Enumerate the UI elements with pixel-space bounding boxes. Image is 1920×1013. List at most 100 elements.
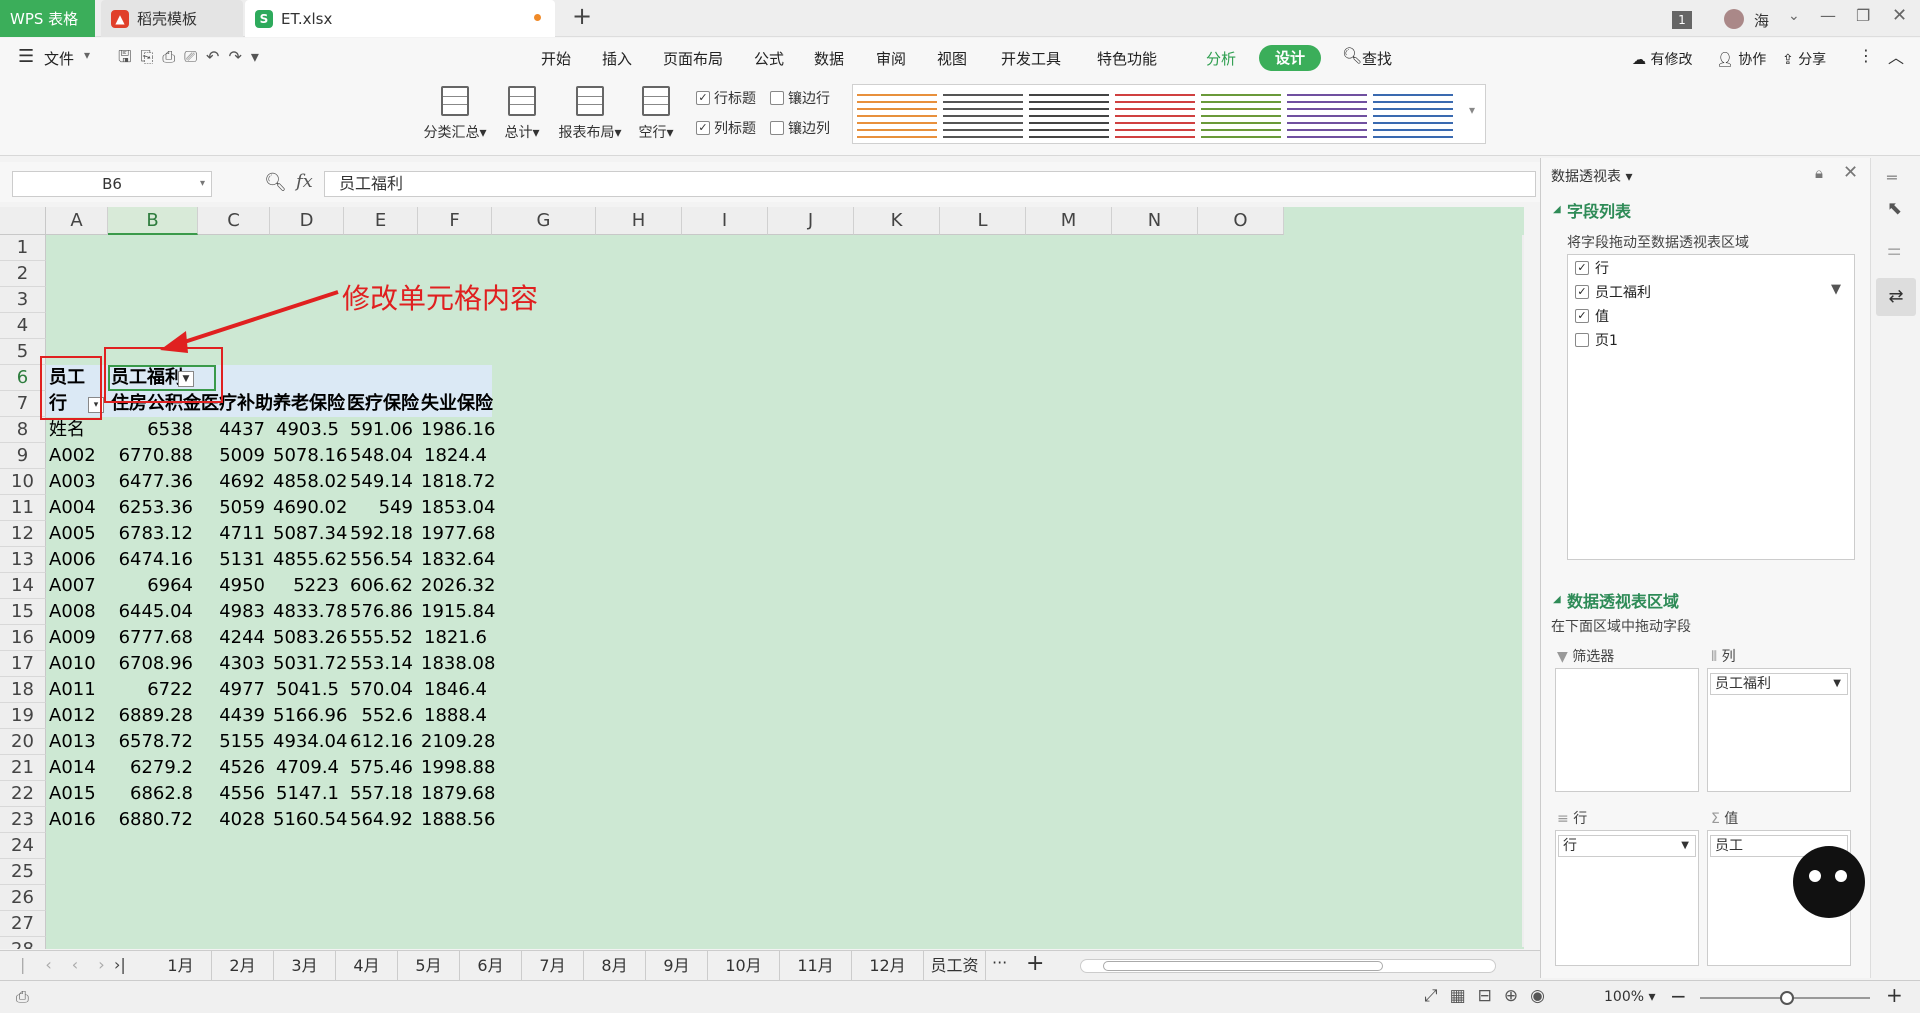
pivot-value-cell[interactable]: 553.14 — [347, 651, 417, 677]
sheet-tab[interactable]: 6月 — [460, 951, 522, 981]
column-header-checkbox[interactable]: ✓ 列标题 — [696, 118, 756, 138]
horizontal-scrollbar[interactable] — [1080, 959, 1496, 973]
pivot-value-cell[interactable]: 1818.72 — [421, 469, 495, 495]
menu-review[interactable]: 审阅 — [876, 48, 906, 69]
gallery-more-icon[interactable]: ▾ — [1469, 103, 1475, 117]
pivot-value-cell[interactable]: 4977 — [201, 677, 269, 703]
blank-rows-button[interactable]: 空行▾ — [634, 86, 678, 142]
pivot-value-cell[interactable]: 1846.4 — [421, 677, 491, 703]
collapse-triangle-icon[interactable]: ◢ — [1553, 594, 1561, 605]
modified-button[interactable]: ☁ 有修改 — [1632, 49, 1692, 69]
pivot-value-cell[interactable]: 5147.1 — [273, 781, 343, 807]
report-layout-button[interactable]: 报表布局▾ — [554, 86, 626, 142]
pivot-value-cell[interactable]: 6862.8 — [111, 781, 197, 807]
pivot-value-cell[interactable]: 1879.68 — [421, 781, 495, 807]
sheet-nav-icons[interactable]: |‹‹› — [20, 955, 125, 974]
sheet-tab[interactable]: 员工资料 — [924, 951, 986, 1005]
row-header-27[interactable]: 27 — [0, 911, 46, 937]
pivot-value-cell[interactable]: 6964 — [111, 573, 197, 599]
row-header-28[interactable]: 28 — [0, 937, 46, 949]
row-header-18[interactable]: 18 — [0, 677, 46, 703]
pivot-value-cell[interactable]: 6770.88 — [111, 443, 197, 469]
style-swatch[interactable] — [943, 89, 1023, 141]
column-header-k[interactable]: K — [854, 207, 940, 235]
pivot-value-cell[interactable]: 4303 — [201, 651, 269, 677]
pivot-value-cell[interactable]: 555.52 — [347, 625, 417, 651]
pivot-value-cell[interactable]: 548.04 — [347, 443, 417, 469]
style-swatch[interactable] — [857, 89, 937, 141]
pivot-value-cell[interactable]: 4244 — [201, 625, 269, 651]
chevron-down-icon[interactable]: ▾ — [84, 48, 90, 62]
panel-title[interactable]: 数据透视表 ▾ — [1551, 166, 1632, 186]
menu-formula[interactable]: 公式 — [754, 48, 784, 69]
pivot-value-cell[interactable]: 2026.32 — [421, 573, 495, 599]
pivot-value-cell[interactable]: 6880.72 — [111, 807, 197, 833]
pivot-value-cell[interactable]: 606.62 — [347, 573, 417, 599]
pivot-value-cell[interactable]: 6783.12 — [111, 521, 197, 547]
pivot-value-cell[interactable]: 1821.6 — [421, 625, 491, 651]
tab-et-xlsx[interactable]: S ET.xlsx — [245, 0, 555, 37]
sheet-tab[interactable]: 9月 — [646, 951, 708, 981]
row-header-14[interactable]: 14 — [0, 573, 46, 599]
cursor-icon[interactable]: ⬉ — [1887, 198, 1902, 219]
pivot-value-cell[interactable]: 1998.88 — [421, 755, 495, 781]
pivot-value-cell[interactable]: 4028 — [201, 807, 269, 833]
pivot-value-cell[interactable]: 5087.34 — [273, 521, 347, 547]
pivot-row-item[interactable]: A006 — [49, 547, 107, 573]
pivot-value-cell[interactable]: 4983 — [201, 599, 269, 625]
pivot-row-item[interactable]: A011 — [49, 677, 107, 703]
pivot-value-cell[interactable]: 552.6 — [347, 703, 417, 729]
row-header-10[interactable]: 10 — [0, 469, 46, 495]
pivot-value-cell[interactable]: 5009 — [201, 443, 269, 469]
row-header-25[interactable]: 25 — [0, 859, 46, 885]
pivot-row-item[interactable]: A005 — [49, 521, 107, 547]
sheet-tab[interactable]: 8月 — [584, 951, 646, 981]
row-header-17[interactable]: 17 — [0, 651, 46, 677]
column-header-n[interactable]: N — [1112, 207, 1198, 235]
pivot-value-cell[interactable]: 5059 — [201, 495, 269, 521]
menu-start[interactable]: 开始 — [541, 48, 571, 69]
sheet-tab[interactable]: 11月 — [780, 951, 852, 981]
column-drop-zone[interactable]: 员工福利 ▼ — [1707, 668, 1851, 792]
sheet-tab[interactable]: 4月 — [336, 951, 398, 981]
field-item-page1[interactable]: 页1 — [1575, 330, 1618, 350]
column-header-l[interactable]: L — [940, 207, 1026, 235]
menu-design[interactable]: 设计 — [1259, 45, 1321, 71]
sheet-tab[interactable]: 3月 — [274, 951, 336, 981]
tab-wps-spreadsheet[interactable]: WPS 表格 — [0, 0, 95, 37]
pivot-value-cell[interactable]: 1888.56 — [421, 807, 495, 833]
pivot-row-item[interactable]: A013 — [49, 729, 107, 755]
pivot-value-cell[interactable]: 1838.08 — [421, 651, 495, 677]
menu-search[interactable]: 查找 — [1362, 48, 1392, 69]
zoom-level[interactable]: 100% ▾ — [1604, 989, 1656, 1005]
grand-total-button[interactable]: 总计▾ — [497, 86, 547, 142]
row-header-19[interactable]: 19 — [0, 703, 46, 729]
hscroll-thumb[interactable] — [1103, 961, 1383, 971]
menu-insert[interactable]: 插入 — [602, 48, 632, 69]
field-item-row[interactable]: ✓ 行 — [1575, 258, 1609, 278]
style-swatch[interactable] — [1373, 89, 1453, 141]
filter-icon[interactable]: ▼ — [1831, 282, 1841, 297]
pivot-value-cell[interactable]: 5083.26 — [273, 625, 347, 651]
style-swatch[interactable] — [1115, 89, 1195, 141]
pivot-value-cell[interactable]: 6477.36 — [111, 469, 197, 495]
pivot-value-cell[interactable]: 4903.5 — [273, 417, 343, 443]
menu-special[interactable]: 特色功能 — [1097, 48, 1157, 69]
pivot-row-item[interactable]: A009 — [49, 625, 107, 651]
menu-page-layout[interactable]: 页面布局 — [663, 48, 723, 69]
pivot-row-item[interactable]: A004 — [49, 495, 107, 521]
lock-icon[interactable]: 🔒︎ — [1815, 164, 1823, 182]
pivot-value-cell[interactable]: 4526 — [201, 755, 269, 781]
pivot-value-cell[interactable]: 4934.04 — [273, 729, 347, 755]
column-header-j[interactable]: J — [768, 207, 854, 235]
pivot-row-item[interactable]: A002 — [49, 443, 107, 469]
filter-drop-zone[interactable] — [1555, 668, 1699, 792]
pivot-value-cell[interactable]: 4833.78 — [273, 599, 347, 625]
collapse-triangle-icon[interactable]: ◢ — [1553, 204, 1561, 215]
banded-rows-checkbox[interactable]: 镶边行 — [770, 88, 830, 108]
pivot-row-item[interactable]: A015 — [49, 781, 107, 807]
column-field-select[interactable]: 员工福利 ▼ — [1710, 673, 1848, 695]
pivot-value-cell[interactable]: 1888.4 — [421, 703, 491, 729]
row-header-21[interactable]: 21 — [0, 755, 46, 781]
pivot-value-cell[interactable]: 5155 — [201, 729, 269, 755]
